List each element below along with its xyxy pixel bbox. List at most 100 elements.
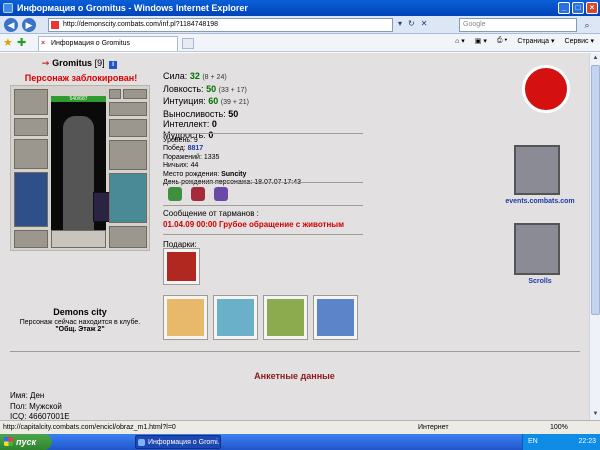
rings-slot[interactable] — [109, 102, 147, 116]
bracer-slot[interactable] — [14, 118, 48, 136]
vertical-scrollbar[interactable]: ▲ ▼ — [589, 53, 600, 420]
shield-slot[interactable] — [109, 140, 147, 170]
taskbar-item[interactable]: Информация о Gromi... — [135, 435, 221, 449]
character-name-line: ➙ Gromitus [9] i — [42, 58, 118, 69]
scrolls-banner-icon[interactable] — [514, 223, 560, 275]
stat-value: 32 — [189, 71, 200, 81]
tools-menu[interactable]: Сервис ▾ — [565, 37, 594, 45]
window-controls: _ □ × — [558, 2, 598, 14]
command-bar: ⌂ ▾ ▣ ▾ ⎙ ▾ Страница ▾ Сервис ▾ — [455, 37, 594, 45]
clan-emblem[interactable] — [51, 230, 106, 248]
page-menu[interactable]: Страница ▾ — [517, 37, 554, 45]
tab-label: Информация о Gromitus — [51, 40, 131, 47]
anket-label: Пол: — [10, 401, 27, 411]
url-input[interactable]: http://demonscity.combats.com/inf.pl?118… — [48, 18, 393, 32]
status-url: http://capitalcity.combats.com/encicl/ob… — [3, 424, 176, 431]
tab-bar: ★ ✚ × Информация о Gromitus ⌂ ▾ ▣ ▾ ⎙ ▾ … — [0, 34, 600, 52]
add-favorite-icon[interactable]: ✚ — [17, 36, 26, 49]
details-block: Уровень: 9 Побед: 8817 Поражений: 1335 Н… — [163, 137, 301, 187]
card-gift-icon — [267, 299, 304, 336]
clock: 22:23 — [578, 438, 596, 445]
red-emblem-icon[interactable] — [191, 187, 205, 201]
wins-link[interactable]: 8817 — [188, 145, 204, 152]
gift-item[interactable] — [313, 295, 358, 340]
earring-slot[interactable] — [109, 89, 121, 99]
stat-row: Интеллект: 0 — [163, 119, 249, 130]
stat-label: Выносливость: — [163, 108, 226, 119]
tab-active[interactable]: × Информация о Gromitus — [38, 36, 178, 51]
home-icon[interactable]: ⌂ ▾ — [455, 37, 465, 45]
status-bar: http://capitalcity.combats.com/encicl/ob… — [0, 420, 600, 434]
message-heading: Сообщение от тарманов : — [163, 209, 259, 218]
divider — [163, 205, 363, 206]
purple-emblem-icon[interactable] — [214, 187, 228, 201]
gift-item[interactable] — [163, 295, 208, 340]
belt-slot[interactable] — [14, 230, 48, 248]
back-icon[interactable]: ◀ — [4, 18, 18, 32]
events-link[interactable]: events.combats.com — [500, 198, 580, 205]
scrolls-link[interactable]: Scrolls — [500, 278, 580, 285]
boots-slot[interactable] — [109, 226, 147, 248]
passport-gift-icon — [167, 252, 196, 281]
stat-row: Ловкость: 50 (33 + 17) — [163, 84, 249, 97]
close-icon[interactable]: × — [586, 2, 598, 14]
private-arrow-icon[interactable]: ➙ — [42, 58, 50, 68]
print-icon[interactable]: ⎙ ▾ — [497, 37, 508, 45]
events-banner-icon[interactable] — [514, 145, 560, 195]
amulet-slot[interactable] — [123, 89, 147, 99]
tab-close-icon[interactable]: × — [41, 40, 45, 47]
hp-bar: 540/687 — [51, 96, 106, 102]
detail-value: 44 — [190, 162, 199, 170]
zoom-level[interactable]: 100% — [550, 424, 568, 431]
emblem-row — [168, 187, 228, 201]
maximize-icon[interactable]: □ — [572, 2, 584, 14]
minimize-icon[interactable]: _ — [558, 2, 570, 14]
stats-list: Сила: 32 (8 + 24) Ловкость: 50 (33 + 17)… — [163, 71, 249, 140]
favorites-star-icon[interactable]: ★ — [3, 36, 13, 49]
city-name: Demons city — [53, 307, 107, 317]
taskbar: пуск Информация о Gromi... EN 22:23 — [0, 434, 600, 450]
detail-value: Suncity — [221, 170, 247, 178]
anket-value: 46607001E — [28, 412, 70, 420]
anket-value: Мужской — [29, 401, 62, 411]
info-icon[interactable]: i — [109, 61, 118, 69]
stat-value: 50 — [206, 83, 217, 94]
detail-label: Ничьих: — [163, 162, 189, 170]
gift-item[interactable] — [263, 295, 308, 340]
refresh-icon[interactable]: ↻ — [408, 19, 415, 28]
search-icon[interactable]: ⌕ — [580, 19, 594, 31]
stop-icon[interactable]: ✕ — [421, 19, 428, 28]
anket-label: Имя: — [10, 391, 28, 400]
gift-item[interactable] — [163, 248, 200, 285]
anket-block: Имя: Ден Пол: Мужской ICQ: 46607001E — [10, 391, 70, 420]
gloves-slot[interactable] — [109, 119, 147, 137]
tools-menu-label: Сервис — [564, 38, 589, 45]
language-indicator[interactable]: EN — [528, 438, 538, 445]
gift-item[interactable] — [213, 295, 258, 340]
helmet-slot[interactable] — [14, 89, 48, 115]
green-emblem-icon[interactable] — [168, 187, 182, 201]
scroll-down-icon[interactable]: ▼ — [591, 410, 600, 419]
card-gift-icon — [217, 299, 254, 336]
scroll-up-icon[interactable]: ▲ — [591, 54, 600, 63]
dropdown-arrow-icon[interactable]: ▾ — [398, 19, 402, 28]
armor-slot[interactable] — [14, 172, 48, 227]
search-input[interactable]: Google — [459, 18, 577, 32]
page-favicon-icon — [51, 21, 59, 29]
stat-label: Ловкость: — [163, 83, 204, 94]
detail-value: 1335 — [203, 153, 220, 161]
weapon-slot[interactable] — [14, 139, 48, 169]
club-text: Персонаж сейчас находится в клубе. — [19, 319, 141, 326]
forward-icon[interactable]: ▶ — [22, 18, 36, 32]
stat-mod: (8 + 24) — [202, 74, 227, 81]
start-button[interactable]: пуск — [0, 434, 52, 450]
message-line: 01.04.09 00:00 Грубое обращение с животн… — [163, 220, 345, 229]
new-tab-button[interactable] — [182, 38, 194, 49]
divider — [163, 234, 363, 235]
page-content: ➙ Gromitus [9] i Персонаж заблокирован! … — [0, 53, 589, 420]
legs-slot[interactable] — [109, 173, 147, 223]
lion-logo-icon[interactable] — [522, 65, 570, 113]
page-menu-label: Страница — [517, 38, 550, 45]
feeds-icon[interactable]: ▣ ▾ — [475, 37, 487, 45]
scroll-thumb[interactable] — [591, 65, 600, 315]
